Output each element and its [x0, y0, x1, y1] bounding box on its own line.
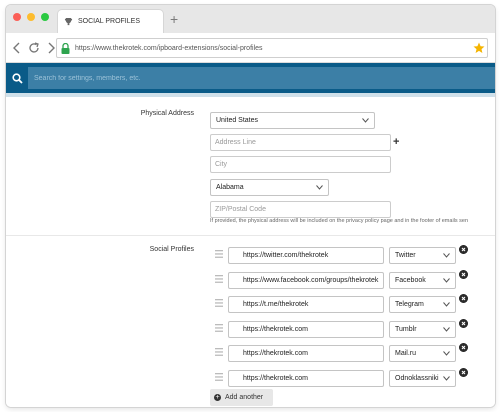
- close-window-button[interactable]: [13, 13, 21, 21]
- minimize-window-button[interactable]: [27, 13, 35, 21]
- country-select[interactable]: United States: [210, 112, 375, 129]
- drag-handle-icon[interactable]: [215, 299, 223, 307]
- section-divider: [6, 235, 495, 236]
- drag-handle-icon[interactable]: [215, 323, 223, 332]
- search-input[interactable]: [28, 67, 495, 89]
- remove-profile-icon[interactable]: [459, 367, 468, 377]
- physical-address-label: Physical Address: [140, 110, 194, 117]
- chevron-down-icon: [443, 277, 450, 283]
- chevron-down-icon: [443, 375, 450, 381]
- plus-circle-icon: +: [214, 394, 221, 401]
- social-url-input[interactable]: https://thekrotek.com: [228, 320, 384, 338]
- maximize-window-button[interactable]: [41, 13, 49, 21]
- state-select[interactable]: Alabama: [210, 179, 329, 196]
- social-profiles-label: Social Profiles: [149, 246, 194, 253]
- reload-icon[interactable]: [27, 41, 41, 55]
- tab-social-profiles[interactable]: SOCIAL PROFILES: [58, 10, 163, 33]
- remove-profile-icon[interactable]: [459, 269, 468, 279]
- address-bar[interactable]: https://www.thekrotek.com/ipboard-extens…: [56, 38, 488, 58]
- social-url-input[interactable]: https://thekrotek.com: [228, 369, 384, 387]
- address-line-field[interactable]: Address Line: [210, 134, 391, 151]
- social-url-input[interactable]: https://twitter.com/thekrotek: [228, 247, 384, 264]
- search-icon: [11, 72, 23, 84]
- country-value: United States: [216, 117, 259, 124]
- social-service-select[interactable]: Mail.ru: [389, 345, 456, 362]
- search-header: [6, 63, 495, 93]
- remove-profile-icon[interactable]: [459, 245, 468, 254]
- social-service-value: Mail.ru: [395, 350, 417, 357]
- lock-icon: [61, 42, 70, 54]
- url-text: https://www.thekrotek.com/ipboard-extens…: [75, 44, 263, 52]
- add-address-line-icon[interactable]: +: [393, 137, 399, 148]
- tab-strip: SOCIAL PROFILES +: [6, 5, 495, 33]
- social-service-select[interactable]: Facebook: [389, 271, 456, 289]
- social-service-value: Twitter: [395, 252, 416, 259]
- chevron-down-icon: [443, 326, 450, 332]
- drag-handle-icon[interactable]: [215, 348, 223, 356]
- drag-handle-icon[interactable]: [215, 274, 223, 283]
- social-service-value: Facebook: [395, 276, 426, 284]
- social-service-value: Tumblr: [395, 325, 417, 333]
- chevron-down-icon: [443, 253, 450, 258]
- social-url-input[interactable]: https://thekrotek.com: [228, 345, 384, 362]
- social-service-select[interactable]: Telegram: [389, 296, 456, 313]
- social-url-input[interactable]: https://www.facebook.com/groups/thekrote…: [228, 271, 384, 289]
- zip-field[interactable]: ZIP/Postal Code: [210, 201, 391, 218]
- settings-form: Physical Address United States Address L…: [6, 97, 495, 407]
- city-field[interactable]: City: [210, 156, 391, 173]
- add-another-button[interactable]: + Add another: [210, 389, 273, 406]
- social-service-select[interactable]: Twitter: [389, 247, 456, 264]
- address-help-text: If provided, the physical address will b…: [210, 218, 469, 224]
- bookmark-star-icon[interactable]: [473, 42, 485, 54]
- state-value: Alabama: [216, 184, 244, 191]
- drag-handle-icon[interactable]: [215, 372, 223, 381]
- navigation-bar: https://www.thekrotek.com/ipboard-extens…: [6, 33, 495, 63]
- remove-profile-icon[interactable]: [459, 343, 468, 352]
- remove-profile-icon[interactable]: [459, 294, 468, 303]
- chevron-down-icon: [443, 351, 450, 356]
- social-url-input[interactable]: https://t.me/thekrotek: [228, 296, 384, 313]
- drag-handle-icon[interactable]: [215, 250, 223, 258]
- add-another-label: Add another: [225, 394, 264, 401]
- chevron-down-icon: [362, 118, 369, 123]
- remove-profile-icon[interactable]: [459, 318, 468, 328]
- chevron-down-icon: [316, 185, 323, 190]
- trophy-icon: [64, 17, 73, 25]
- search-button[interactable]: [6, 63, 28, 93]
- chevron-down-icon: [443, 302, 450, 307]
- social-service-select[interactable]: Odnoklassniki: [389, 369, 456, 387]
- social-service-value: Odnoklassniki: [395, 374, 439, 382]
- browser-window: SOCIAL PROFILES + https://www.thekrotek.…: [6, 5, 495, 407]
- social-service-select[interactable]: Tumblr: [389, 320, 456, 338]
- social-service-value: Telegram: [395, 301, 424, 308]
- tab-title: SOCIAL PROFILES: [78, 18, 140, 25]
- back-arrow-icon[interactable]: [10, 41, 24, 55]
- new-tab-button[interactable]: +: [170, 12, 178, 26]
